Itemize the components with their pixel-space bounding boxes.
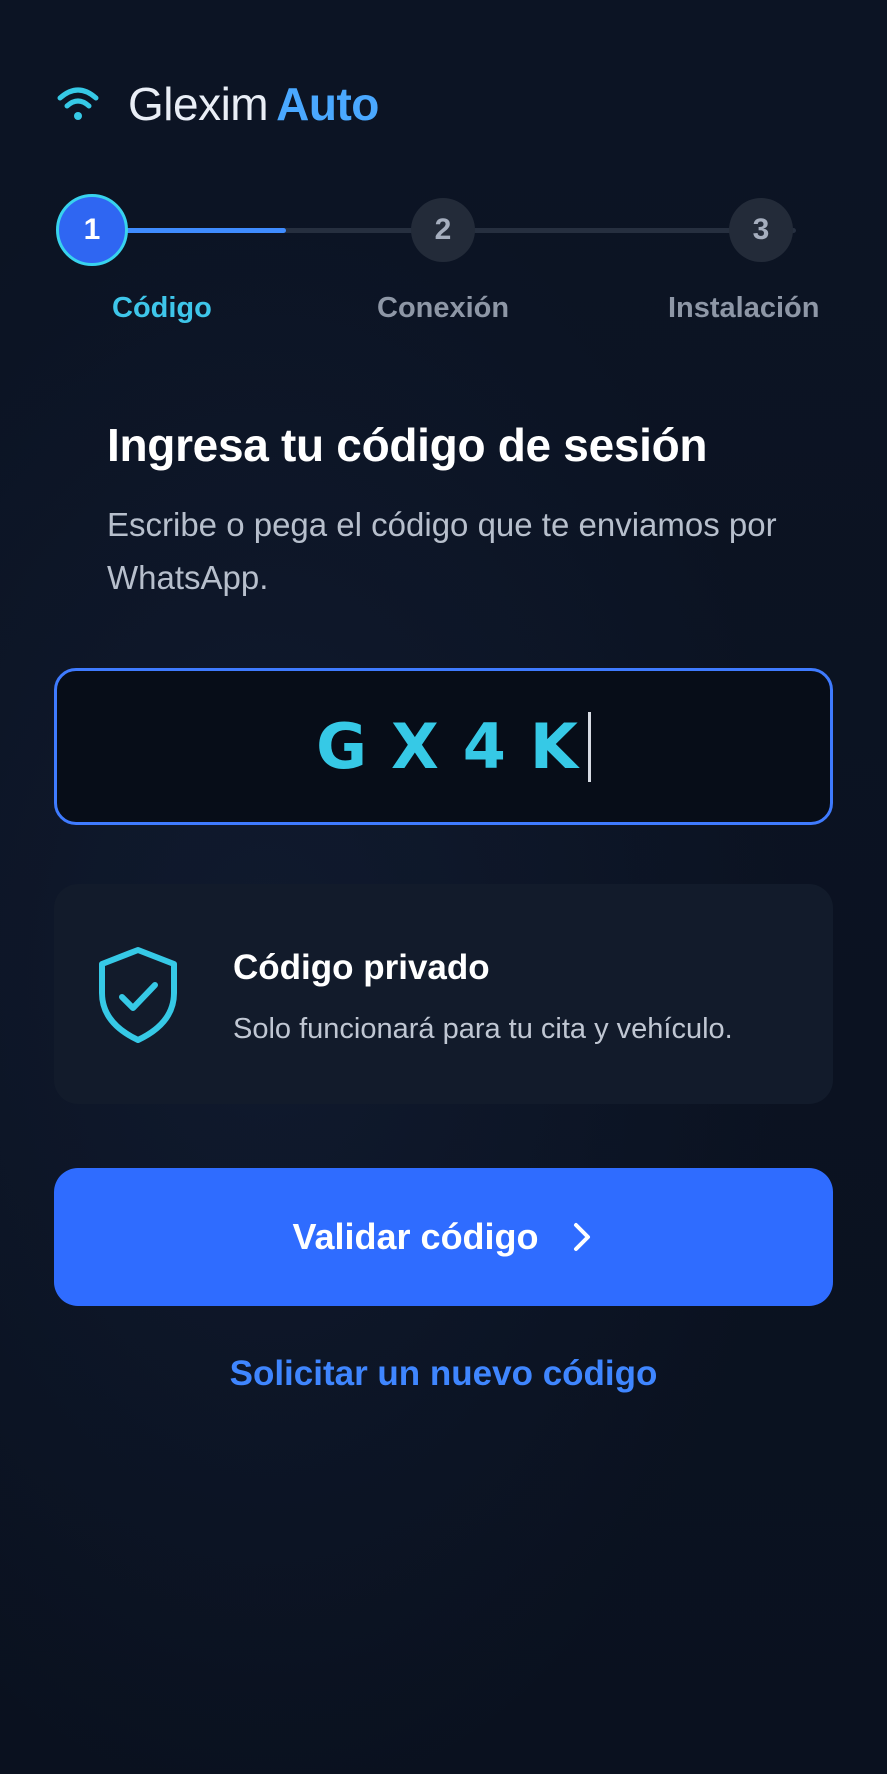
request-new-code-link[interactable]: Solicitar un nuevo código (0, 1354, 887, 1394)
info-card-title: Código privado (233, 948, 490, 987)
validate-code-label: Validar código (292, 1216, 539, 1257)
session-code-value: GX4K (316, 710, 602, 783)
wifi-icon (57, 87, 99, 120)
app-header: Glexim Auto (56, 76, 379, 132)
info-card-text: Solo funcionará para tu cita y vehículo. (233, 1013, 733, 1045)
brand-logo-text: Glexim Auto (128, 81, 379, 127)
brand-name: Glexim (128, 78, 269, 130)
chevron-right-icon (573, 1223, 590, 1251)
step-3-indicator: 3 (729, 198, 793, 262)
text-caret (587, 711, 591, 782)
brand-name-accent: Auto (276, 78, 379, 130)
page-subtitle: Escribe o pega el código que te enviamos… (107, 506, 777, 596)
step-3-label: Instalación (668, 292, 820, 324)
page-title: Ingresa tu código de sesión (107, 419, 708, 471)
step-1-indicator: 1 (56, 194, 128, 266)
step-2-label: Conexión (377, 292, 510, 324)
shield-check-icon (99, 947, 177, 1043)
step-2-indicator: 2 (411, 198, 475, 262)
session-code-input[interactable]: GX4K (54, 668, 833, 825)
validate-code-button[interactable]: Validar código (54, 1168, 833, 1306)
step-1-label: Código (112, 292, 212, 324)
